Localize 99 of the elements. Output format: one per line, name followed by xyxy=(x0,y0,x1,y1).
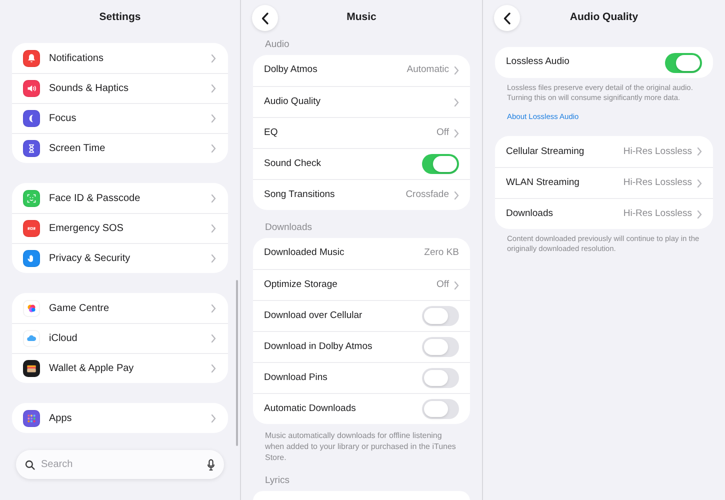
row-value: Hi-Res Lossless xyxy=(623,176,692,190)
toggle-switch[interactable] xyxy=(422,337,459,357)
settings-row[interactable]: Sound Check xyxy=(253,148,470,179)
row-label: Download Pins xyxy=(264,370,328,385)
row-label: Game Centre xyxy=(49,302,110,316)
footer-note: Music automatically downloads for offline listening when added to your library or purchased in the iTunes Store. xyxy=(264,430,457,463)
settings-row[interactable]: EQ Off xyxy=(253,117,470,148)
chevron-icon xyxy=(211,54,216,62)
toggle-switch[interactable] xyxy=(422,306,459,326)
chevron-icon xyxy=(454,190,459,200)
settings-row[interactable]: Dolby Atmos Automatic xyxy=(253,55,470,86)
screen-title: Settings xyxy=(99,10,141,26)
settings-row[interactable]: Cellular Streaming Hi-Res Lossless xyxy=(495,136,713,168)
microphone-icon[interactable] xyxy=(207,458,215,470)
row-label: Song Transitions xyxy=(264,188,336,202)
row-label: Sounds & Haptics xyxy=(49,82,130,96)
row-value: Hi-Res Lossless xyxy=(623,144,692,159)
chevron-icon xyxy=(697,210,702,219)
row-label: Download in Dolby Atmos xyxy=(264,340,374,354)
settings-row[interactable]: Emergency SOS xyxy=(12,213,228,243)
settings-row[interactable]: Sounds & Haptics xyxy=(12,73,228,103)
settings-row[interactable]: Download over Cellular xyxy=(253,300,470,331)
row-label: Automatic Downloads xyxy=(264,402,357,416)
row-value: Zero KB xyxy=(424,246,459,260)
settings-row[interactable]: Optimize Storage Off xyxy=(253,269,470,300)
row-value: Hi-Res Lossless xyxy=(623,207,692,222)
row-label: WLAN Streaming xyxy=(506,176,580,190)
settings-row[interactable]: Automatic Downloads xyxy=(253,393,470,424)
row-label: Face ID & Passcode xyxy=(49,192,142,206)
settings-row[interactable]: Game Centre xyxy=(12,293,228,323)
search-input[interactable]: Search xyxy=(41,457,201,472)
settings-row[interactable]: Apps xyxy=(12,403,228,433)
row-label: Sound Check xyxy=(264,156,322,171)
row-label: Wallet & Apple Pay xyxy=(49,362,135,376)
chevron-icon xyxy=(454,66,459,75)
row-value: Off xyxy=(436,278,449,292)
section-header: Downloads xyxy=(264,221,313,236)
chevron-icon xyxy=(211,334,216,343)
chevron-icon xyxy=(697,178,702,188)
back-button[interactable] xyxy=(494,5,520,31)
row-label: Notifications xyxy=(49,52,104,66)
toggle-switch[interactable] xyxy=(422,368,459,388)
section-header: Lyrics xyxy=(264,474,290,488)
settings-row[interactable]: iCloud xyxy=(12,323,228,353)
chevron-icon xyxy=(211,364,216,373)
settings-row[interactable]: Focus xyxy=(12,103,228,133)
chevron-icon xyxy=(697,147,702,156)
row-value: Off xyxy=(436,126,449,140)
screen-title: Music xyxy=(346,10,376,26)
back-icon xyxy=(261,12,269,24)
back-icon xyxy=(503,12,511,24)
settings-row[interactable]: Download Pins xyxy=(253,362,470,393)
chevron-icon xyxy=(454,128,459,138)
chevron-icon xyxy=(211,414,216,422)
row-label: Emergency SOS xyxy=(49,222,124,236)
back-button[interactable] xyxy=(252,5,278,31)
settings-row[interactable]: Screen Time xyxy=(12,133,228,163)
chevron-icon xyxy=(211,254,216,263)
settings-row[interactable]: Face ID & Passcode xyxy=(12,183,228,213)
chevron-icon xyxy=(211,224,216,233)
toggle-switch[interactable] xyxy=(422,154,459,174)
row-label: iCloud xyxy=(49,332,78,346)
toggle-switch[interactable] xyxy=(422,399,459,419)
chevron-icon xyxy=(211,84,216,93)
scrollbar[interactable] xyxy=(236,280,238,446)
chevron-icon xyxy=(454,98,459,106)
search-icon xyxy=(25,460,35,470)
settings-row[interactable]: Wallet & Apple Pay xyxy=(12,353,228,383)
row-label: Cellular Streaming xyxy=(506,144,586,159)
row-label: Lossless Audio xyxy=(506,55,570,70)
search-field[interactable]: Search xyxy=(16,450,224,479)
row-label: Apps xyxy=(49,412,73,426)
row-value: Automatic xyxy=(406,63,449,78)
row-label: Privacy & Security xyxy=(49,252,132,266)
row-label: Audio Quality xyxy=(264,94,322,109)
settings-row[interactable]: Notifications xyxy=(12,43,228,73)
chevron-icon xyxy=(211,194,216,202)
row-value: Crossfade xyxy=(406,188,449,202)
settings-row[interactable]: Song Transitions Crossfade xyxy=(253,179,470,210)
toggle-switch[interactable] xyxy=(665,52,702,72)
row-label: Focus xyxy=(49,112,78,126)
chevron-icon xyxy=(211,114,216,123)
row-label: Screen Time xyxy=(49,142,106,156)
row-label: Download over Cellular xyxy=(264,308,364,323)
section-header: Audio xyxy=(264,38,290,52)
settings-row[interactable]: Privacy & Security xyxy=(12,243,228,273)
settings-row[interactable]: Downloads Hi-Res Lossless xyxy=(495,198,713,230)
settings-row[interactable]: Audio Quality xyxy=(253,86,470,117)
row-label: Optimize Storage xyxy=(264,278,338,292)
row-label: Downloaded Music xyxy=(264,246,346,260)
settings-row[interactable]: WLAN Streaming Hi-Res Lossless xyxy=(495,167,713,198)
row-label: Downloads xyxy=(506,207,554,222)
settings-row[interactable]: Download in Dolby Atmos xyxy=(253,331,470,362)
chevron-icon xyxy=(211,304,216,312)
row-label: EQ xyxy=(264,126,279,140)
chevron-icon xyxy=(454,280,459,290)
screen-title: Audio Quality xyxy=(570,10,638,26)
row-label: Dolby Atmos xyxy=(264,63,318,78)
chevron-icon xyxy=(211,144,216,153)
